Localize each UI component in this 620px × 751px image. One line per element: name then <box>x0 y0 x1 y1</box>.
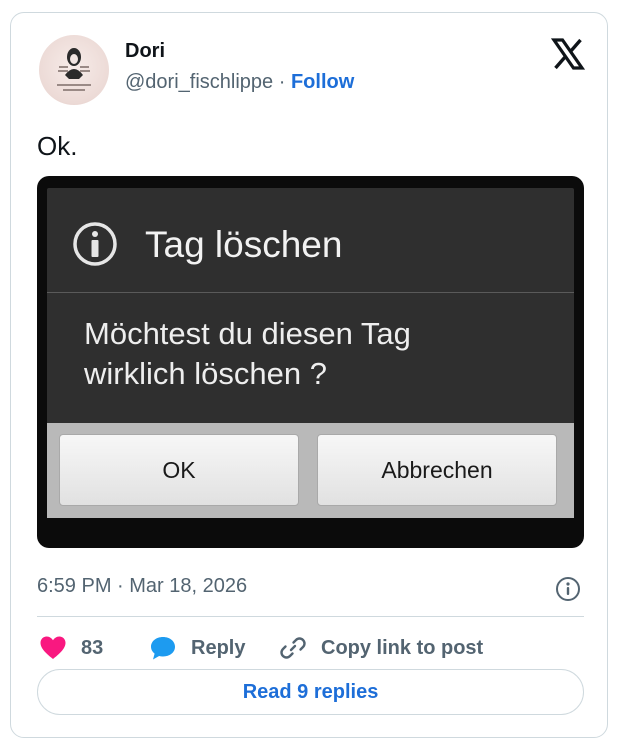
media-dialog-title: Tag löschen <box>145 224 343 265</box>
media-dialog-button-bar: OK Abbrechen <box>47 423 574 518</box>
media-dialog-cancel-button: Abbrechen <box>317 434 557 506</box>
link-icon <box>280 637 306 659</box>
media-dialog-message: Möchtest du diesen Tag wirklich löschen … <box>84 316 411 391</box>
info-circle-icon[interactable] <box>555 576 581 602</box>
read-replies-button[interactable]: Read 9 replies <box>37 669 584 715</box>
avatar-image <box>57 48 91 91</box>
like-button[interactable]: 83 <box>39 633 103 663</box>
tweet-media-image[interactable]: Tag löschen Möchtest du diesen Tag wirkl… <box>37 176 584 548</box>
speech-bubble-icon <box>151 637 175 660</box>
follow-button[interactable]: Follow <box>291 71 354 93</box>
author-handle-row: @dori_fischlippe · Follow <box>125 71 354 94</box>
tweet-card: Dori @dori_fischlippe · Follow Ok. Tag l… <box>10 12 608 738</box>
x-logo-icon[interactable] <box>550 37 586 71</box>
info-icon <box>71 220 119 268</box>
like-count: 83 <box>81 636 104 659</box>
author-name[interactable]: Dori <box>125 40 165 63</box>
media-dialog-ok-button: OK <box>59 434 299 506</box>
copy-link-label: Copy link to post <box>321 636 484 659</box>
timestamp[interactable]: 6:59 PM · Mar 18, 2026 <box>37 575 247 598</box>
media-dialog-header: Tag löschen <box>47 188 574 293</box>
media-dialog: Tag löschen Möchtest du diesen Tag wirkl… <box>47 188 574 518</box>
separator-dot: · <box>278 71 286 93</box>
avatar[interactable] <box>39 35 109 105</box>
author-handle[interactable]: @dori_fischlippe <box>125 71 273 93</box>
divider <box>37 616 584 617</box>
heart-icon <box>40 636 66 659</box>
copy-link-button[interactable]: Copy link to post <box>279 633 483 663</box>
reply-label: Reply <box>191 636 246 659</box>
reply-button[interactable]: Reply <box>149 633 245 663</box>
tweet-text: Ok. <box>37 131 78 161</box>
